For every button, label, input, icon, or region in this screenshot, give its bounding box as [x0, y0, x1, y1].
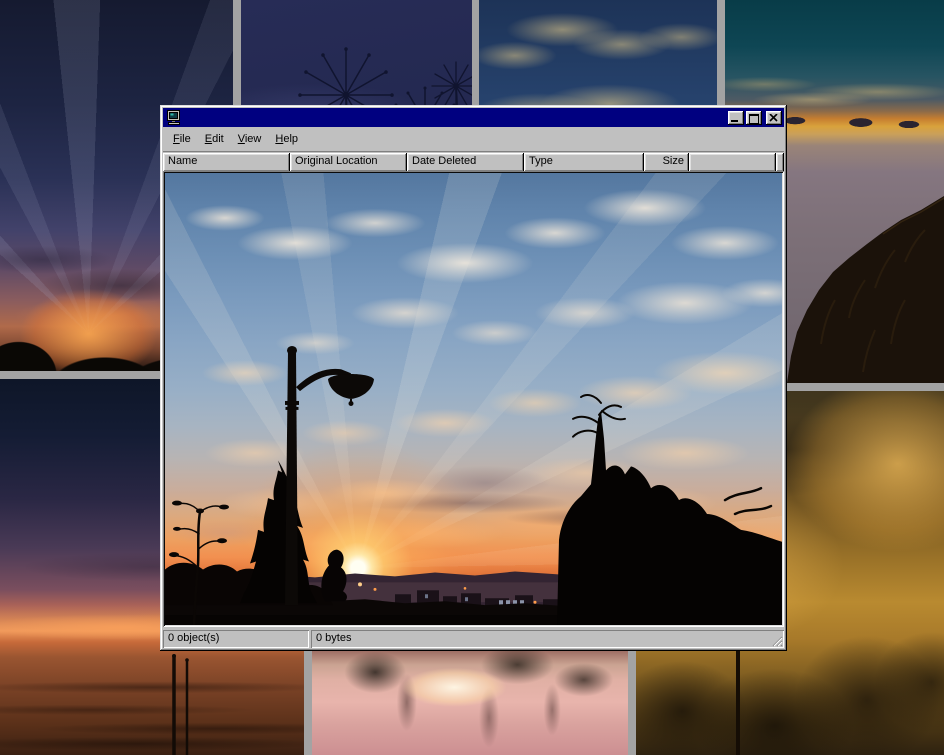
- computer-icon: [166, 110, 182, 125]
- menu-bar: FileEditViewHelp: [163, 128, 784, 149]
- column-header-row: NameOriginal LocationDate DeletedTypeSiz…: [163, 151, 784, 172]
- maximize-icon: [749, 114, 759, 124]
- maximize-button[interactable]: [746, 111, 762, 125]
- desktop: FileEditViewHelp NameOriginal LocationDa…: [0, 0, 944, 755]
- column-header-type[interactable]: Type: [524, 153, 644, 172]
- close-icon: [769, 114, 778, 122]
- resize-grip[interactable]: [770, 634, 783, 647]
- cypress-tree-silhouette: [240, 460, 317, 603]
- menu-item-edit[interactable]: Edit: [199, 131, 230, 147]
- recycle-bin-window: FileEditViewHelp NameOriginal LocationDa…: [160, 105, 787, 651]
- sunset-photo: [165, 173, 782, 625]
- menu-item-view[interactable]: View: [232, 131, 268, 147]
- column-header-name[interactable]: Name: [163, 153, 290, 172]
- title-bar[interactable]: [163, 108, 784, 127]
- right-trees-silhouette: [557, 411, 782, 625]
- close-button[interactable]: [766, 111, 782, 125]
- menu-item-file[interactable]: File: [167, 131, 197, 147]
- minimize-button[interactable]: [728, 111, 744, 125]
- photo-silhouettes: [165, 173, 782, 625]
- file-list-area[interactable]: [163, 171, 784, 627]
- minimize-icon: [731, 120, 738, 122]
- menu-item-help[interactable]: Help: [269, 131, 304, 147]
- column-header-filler: [776, 153, 784, 172]
- status-size: 0 bytes: [311, 630, 784, 648]
- status-bar: 0 object(s) 0 bytes: [163, 630, 784, 648]
- column-header-blank[interactable]: [689, 153, 776, 172]
- column-header-date-deleted[interactable]: Date Deleted: [407, 153, 524, 172]
- status-object-count: 0 object(s): [163, 630, 309, 648]
- column-header-size[interactable]: Size: [644, 153, 689, 172]
- column-header-original-location[interactable]: Original Location: [290, 153, 407, 172]
